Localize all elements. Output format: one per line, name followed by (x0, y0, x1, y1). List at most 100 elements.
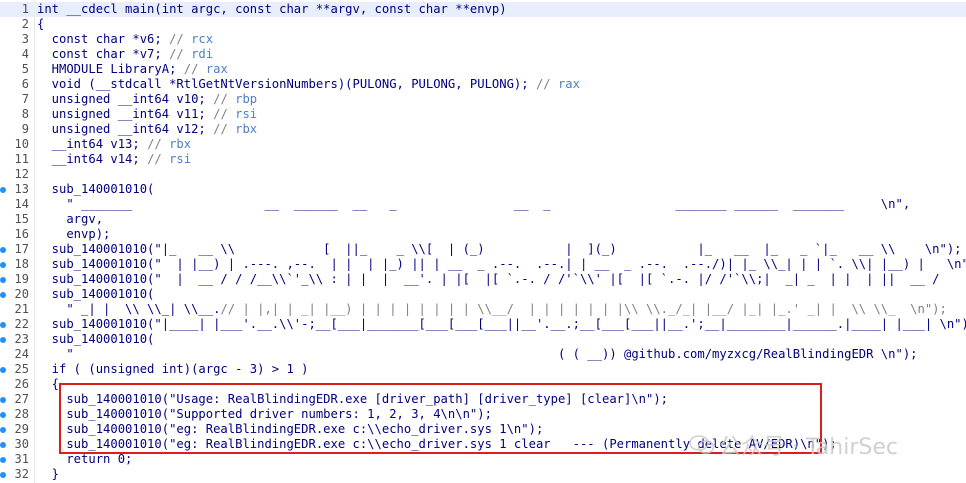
code-content: unsigned __int64 v12; // (37, 122, 236, 136)
code-line[interactable]: 19 sub_140001010(" | __ / / /__\\`'_\\ :… (0, 272, 966, 287)
code-content: return 0; (37, 452, 133, 466)
code-text: { (37, 17, 44, 32)
line-number: 1 (21, 2, 29, 16)
code-content: sub_140001010( (37, 182, 155, 196)
code-content: { (37, 377, 60, 391)
code-line[interactable]: 1 int __cdecl main(int argc, const char *… (0, 2, 966, 17)
line-number: 27 (14, 392, 29, 406)
register-comment: rcx (191, 32, 214, 46)
code-line[interactable]: 23 sub_140001010( (0, 332, 966, 347)
code-line[interactable]: 32 } (0, 467, 966, 482)
code-line[interactable]: 20 sub_140001010( (0, 287, 966, 302)
code-line[interactable]: 17 sub_140001010("|_ __ \\ [ ||_ _ \\[ |… (0, 242, 966, 257)
code-line[interactable]: 8 unsigned __int64 v11; // rsi (0, 107, 966, 122)
code-text: HMODULE LibraryA; // rax (37, 62, 228, 77)
comment-marker: // (213, 122, 236, 136)
code-line[interactable]: 22 sub_140001010("|____| |___'.__.\\'-;_… (0, 317, 966, 332)
code-line[interactable]: 24 " ( ( __)) @github.com/myzxcg/RealBli… (0, 347, 966, 362)
code-line[interactable]: 13 sub_140001010( (0, 182, 966, 197)
code-line[interactable]: 6 void (__stdcall *RtlGetNtVersionNumber… (0, 77, 966, 92)
line-number: 18 (14, 257, 29, 271)
code-content: __int64 v13; // (37, 137, 170, 151)
code-text: return 0; (37, 452, 132, 467)
line-number: 12 (14, 167, 29, 181)
code-line[interactable]: 10 __int64 v13; // rbx (0, 137, 966, 152)
code-text: const char *v7; // rdi (37, 47, 213, 62)
code-line[interactable]: 21 " _| | \\ \\_| \\__.// | |,| | _| |__… (0, 302, 966, 317)
line-number: 6 (21, 77, 29, 91)
code-text: if ( (unsigned int)(argc - 3) > 1 ) (37, 362, 309, 377)
code-line[interactable]: 2{ (0, 17, 966, 32)
line-number: 4 (21, 47, 29, 61)
watermark: 公众号 · TahirSec (689, 430, 898, 460)
code-content: unsigned __int64 v10; // (37, 92, 236, 106)
code-content: sub_140001010( (37, 332, 155, 346)
line-number: 23 (14, 332, 29, 346)
code-content: argv, (37, 212, 104, 226)
line-number: 16 (14, 227, 29, 241)
code-line[interactable]: 18 sub_140001010(" | |__) | .---. ,--. |… (0, 257, 966, 272)
line-number: 15 (14, 212, 29, 226)
comment-marker: // | |,| | _| |__) | | | | | | | | \\__/… (220, 302, 947, 316)
code-text: " ( ( __)) @github.com/myzxcg/RealBlindi… (37, 347, 918, 362)
code-line[interactable]: 15 argv, (0, 212, 966, 227)
code-text: sub_140001010("|____| |___'.__.\\'-;__[_… (37, 317, 966, 332)
code-text: { (37, 377, 59, 392)
code-line[interactable]: 14 " _______ __ ______ __ _ __ _ _______… (0, 197, 966, 212)
register-comment: rax (205, 62, 228, 76)
code-line[interactable]: 16 envp); (0, 227, 966, 242)
line-number: 11 (14, 152, 29, 166)
line-number: 8 (21, 107, 29, 121)
code-line[interactable]: 12 (0, 167, 966, 182)
code-content: __int64 v14; // (37, 152, 170, 166)
line-number: 19 (14, 272, 29, 286)
comment-marker: // (147, 137, 170, 151)
line-number: 30 (14, 437, 29, 451)
code-content: { (37, 17, 45, 31)
code-text: } (37, 467, 59, 482)
code-content: } (37, 467, 60, 481)
code-content: " _| | \\ \\_| \\__.// | |,| | _| |__) |… (37, 302, 947, 316)
code-content: envp); (37, 227, 111, 241)
code-content: " ( ( __)) @github.com/myzxcg/RealBlindi… (37, 347, 918, 361)
register-comment: rsi (169, 152, 192, 166)
code-content: HMODULE LibraryA; // (37, 62, 206, 76)
code-text: unsigned __int64 v10; // rbp (37, 92, 257, 107)
comment-marker: // (183, 62, 206, 76)
code-text: sub_140001010(" | |__) | .---. ,--. | | … (37, 257, 966, 272)
code-content: int __cdecl main(int argc, const char **… (37, 2, 507, 16)
code-text: sub_140001010(" | __ / / /__\\`'_\\ : | … (37, 272, 966, 287)
code-text: int __cdecl main(int argc, const char **… (37, 2, 507, 17)
code-content: " _______ __ ______ __ _ __ _ _______ __… (37, 197, 911, 211)
code-text: __int64 v13; // rbx (37, 137, 191, 152)
code-line[interactable]: 7 unsigned __int64 v10; // rbp (0, 92, 966, 107)
line-number: 9 (21, 122, 29, 136)
code-text: sub_140001010( (37, 287, 155, 302)
code-line[interactable]: 5 HMODULE LibraryA; // rax (0, 62, 966, 77)
line-number: 10 (14, 137, 29, 151)
line-number: 2 (21, 17, 29, 31)
code-content: unsigned __int64 v11; // (37, 107, 236, 121)
code-text: __int64 v14; // rsi (37, 152, 191, 167)
wechat-icon (689, 435, 715, 455)
comment-marker: // (213, 107, 236, 121)
code-line[interactable]: 11 __int64 v14; // rsi (0, 152, 966, 167)
line-number: 32 (14, 467, 29, 481)
code-line[interactable]: 25 if ( (unsigned int)(argc - 3) > 1 ) (0, 362, 966, 377)
comment-marker: // (147, 152, 170, 166)
register-comment: rsi (235, 107, 258, 121)
line-number: 14 (14, 197, 29, 211)
line-number: 3 (21, 32, 29, 46)
line-number: 31 (14, 452, 29, 466)
code-content: void (__stdcall *RtlGetNtVersionNumbers)… (37, 77, 558, 91)
register-comment: rbx (169, 137, 192, 151)
code-line[interactable]: 3 const char *v6; // rcx (0, 32, 966, 47)
pseudocode-view[interactable]: 1 int __cdecl main(int argc, const char *… (0, 0, 966, 483)
line-number: 13 (14, 182, 29, 196)
code-line[interactable]: 4 const char *v7; // rdi (0, 47, 966, 62)
register-comment: rbp (235, 92, 258, 106)
code-line[interactable]: 9 unsigned __int64 v12; // rbx (0, 122, 966, 137)
line-number: 7 (21, 92, 29, 106)
code-text: argv, (37, 212, 103, 227)
line-number: 17 (14, 242, 29, 256)
